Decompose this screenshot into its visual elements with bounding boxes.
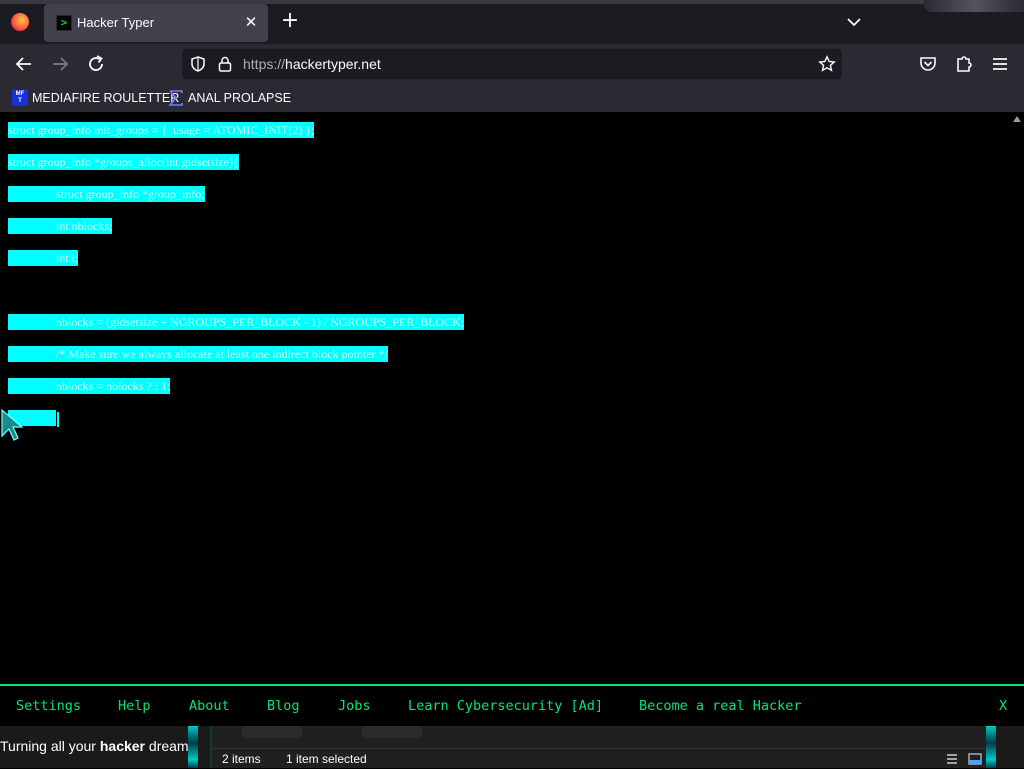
bookmark-anal-prolapse[interactable]: ANAL PROLAPSE bbox=[168, 89, 291, 107]
tab-hacker-typer[interactable]: > Hacker Typer ✕ bbox=[44, 4, 268, 42]
code-line bbox=[8, 410, 464, 442]
address-bar[interactable]: https://hackertyper.net bbox=[182, 49, 842, 79]
mouse-pointer-icon bbox=[1, 408, 24, 441]
bookmark-label: ANAL PROLAPSE bbox=[188, 91, 292, 105]
mediafire-icon: MF T bbox=[12, 90, 28, 106]
scroll-up-arrow-icon[interactable] bbox=[1013, 116, 1021, 122]
lock-icon[interactable] bbox=[217, 55, 233, 73]
news-ticker[interactable]: Turning all your hacker dream bbox=[0, 738, 190, 754]
file-explorer-window[interactable]: 2 items 1 item selected bbox=[210, 726, 996, 768]
menu-learn-cybersecurity-ad-link[interactable]: Learn Cybersecurity [Ad] bbox=[408, 698, 603, 714]
code-line: int i; bbox=[8, 250, 464, 282]
navigation-toolbar: https://hackertyper.net bbox=[0, 44, 1024, 84]
menu-settings-link[interactable]: Settings bbox=[16, 698, 81, 714]
explorer-status-bar: 2 items 1 item selected bbox=[212, 748, 996, 769]
ticker-text-start: Turning all your bbox=[0, 738, 100, 754]
back-arrow-icon[interactable] bbox=[12, 52, 36, 76]
code-line: int nblocks; bbox=[8, 218, 464, 250]
selected-code-text: struct group_info *groups_alloc(int gids… bbox=[8, 154, 239, 170]
forward-arrow-icon[interactable] bbox=[48, 52, 72, 76]
url-protocol: https:// bbox=[243, 56, 286, 72]
code-line: nblocks = (gidsetsize + NGROUPS_PER_BLOC… bbox=[8, 314, 465, 346]
code-line: /* Make sure we always allocate at least… bbox=[8, 346, 464, 378]
hacker-typer-console[interactable]: struct group_info init_groups = { .usage… bbox=[0, 112, 1024, 684]
list-all-tabs-chevron-icon[interactable] bbox=[843, 11, 865, 33]
bookmark-mediafire-rouletter[interactable]: MF T MEDIAFIRE ROULETTER bbox=[12, 89, 179, 107]
os-taskbar: Turning all your hacker dream 2 items 1 … bbox=[0, 726, 1024, 768]
url-host: hackertyper.net bbox=[285, 56, 381, 72]
menu-become-real-hacker-link[interactable]: Become a real Hacker bbox=[639, 698, 802, 714]
selected-code-text: nblocks = (gidsetsize + NGROUPS_PER_BLOC… bbox=[8, 314, 465, 330]
bookmark-label: MEDIAFIRE ROULETTER bbox=[32, 91, 180, 105]
status-selection-count: 1 item selected bbox=[286, 752, 367, 766]
details-view-icon[interactable] bbox=[946, 753, 958, 765]
selected-code-text: int nblocks; bbox=[8, 218, 113, 234]
selected-code-text: struct group_info init_groups = { .usage… bbox=[8, 122, 315, 138]
vertical-scrollbar[interactable] bbox=[1010, 112, 1024, 684]
new-tab-plus-icon[interactable]: + bbox=[279, 10, 301, 33]
firefox-icon[interactable] bbox=[11, 13, 29, 31]
code-line: struct group_info *group_info; bbox=[8, 186, 464, 218]
selected-code-text: nblocks = nblocks ? : 1; bbox=[8, 378, 171, 394]
tab-favicon-icon: > bbox=[56, 15, 72, 31]
site-menu-bar: Settings Help About Blog Jobs Learn Cybe… bbox=[0, 684, 1024, 726]
url-text: https://hackertyper.net bbox=[243, 56, 381, 72]
frame-decoration-left bbox=[188, 726, 198, 768]
tab-title: Hacker Typer bbox=[77, 15, 155, 30]
selected-code-text: struct group_info *group_info; bbox=[8, 186, 205, 202]
tracking-shield-icon[interactable] bbox=[189, 55, 207, 73]
menu-jobs-link[interactable]: Jobs bbox=[338, 698, 371, 714]
ticker-text-bold: hacker bbox=[99, 738, 146, 754]
reload-icon[interactable] bbox=[84, 52, 108, 76]
explorer-column-headers bbox=[242, 726, 842, 738]
tiles-view-icon[interactable] bbox=[968, 753, 982, 765]
selected-code-text: int i; bbox=[8, 250, 79, 266]
hamburger-menu-icon[interactable] bbox=[988, 52, 1012, 76]
code-line: struct group_info *groups_alloc(int gids… bbox=[8, 154, 464, 186]
frame-decoration-right bbox=[986, 726, 996, 768]
menu-close-button[interactable]: X bbox=[999, 698, 1007, 714]
code-output: struct group_info init_groups = { .usage… bbox=[8, 122, 465, 442]
window-decoration bbox=[924, 0, 1024, 12]
status-item-count: 2 items bbox=[222, 752, 261, 766]
menu-about-link[interactable]: About bbox=[189, 698, 230, 714]
code-line: struct group_info init_groups = { .usage… bbox=[8, 122, 464, 154]
bookmarks-toolbar: MF T MEDIAFIRE ROULETTER ANAL PROLAPSE bbox=[0, 84, 1024, 112]
menu-help-link[interactable]: Help bbox=[118, 698, 151, 714]
bookmark-star-icon[interactable] bbox=[818, 55, 836, 73]
tab-strip: > Hacker Typer ✕ + bbox=[0, 0, 1024, 44]
pocket-icon[interactable] bbox=[916, 52, 940, 76]
tab-close-icon[interactable]: ✕ bbox=[242, 13, 260, 31]
sigma-icon bbox=[168, 90, 183, 106]
extensions-puzzle-icon[interactable] bbox=[952, 52, 976, 76]
ticker-text-end: dream bbox=[145, 738, 189, 754]
text-cursor bbox=[57, 411, 59, 427]
code-line: nblocks = nblocks ? : 1; bbox=[8, 378, 464, 410]
menu-blog-link[interactable]: Blog bbox=[267, 698, 300, 714]
selected-code-text: /* Make sure we always allocate at least… bbox=[8, 346, 388, 362]
